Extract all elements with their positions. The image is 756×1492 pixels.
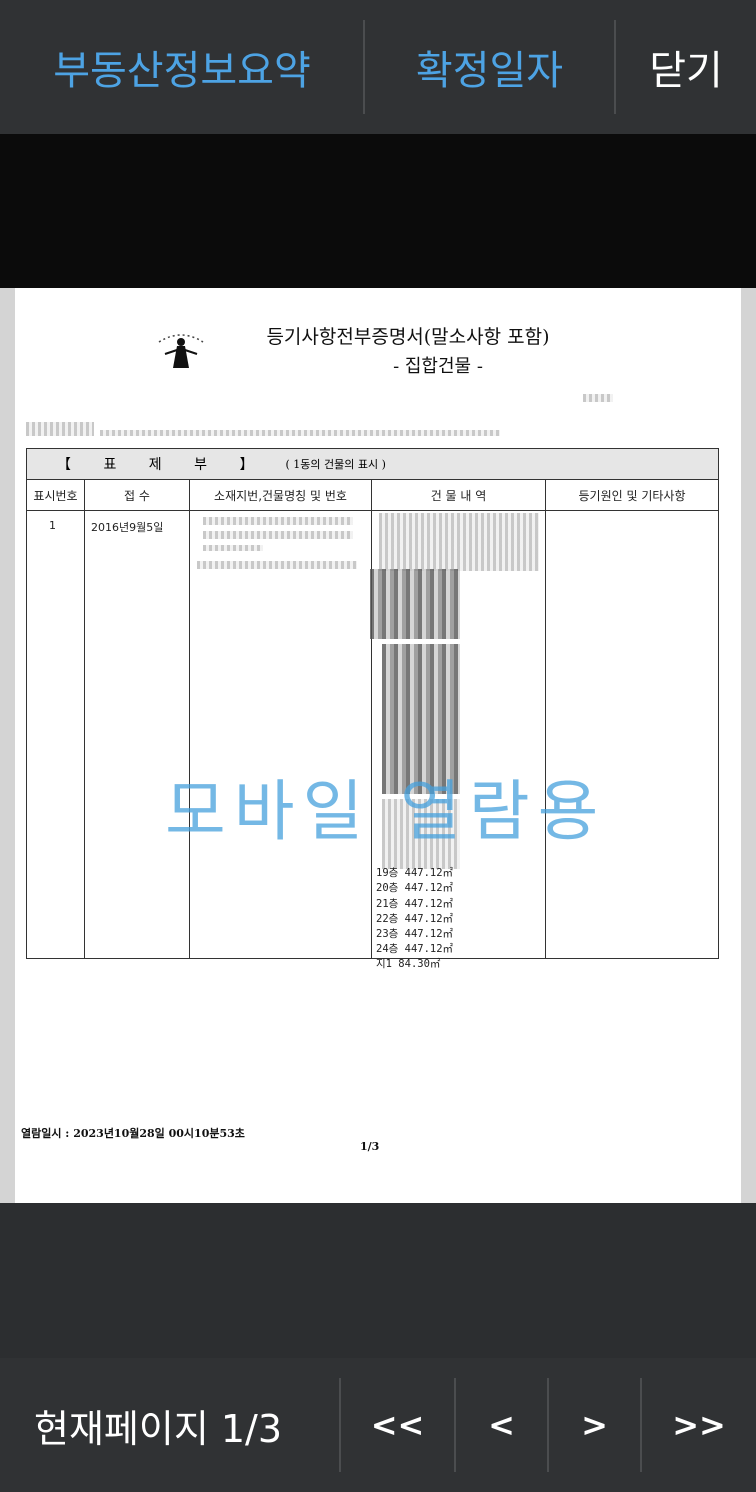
floor-area: 24층 447.12㎡ <box>376 943 454 955</box>
redacted-address <box>203 517 353 525</box>
floor-area: 23층 447.12㎡ <box>376 928 454 940</box>
redacted-address <box>203 545 263 551</box>
column-header: 접 수 <box>85 480 189 511</box>
bottom-pager-bar: 현재페이지 1/3 << < > >> <box>0 1358 756 1492</box>
redacted-address <box>203 531 353 539</box>
document-page-number: 1/3 <box>360 1140 380 1153</box>
section-header: 【 표 제 부 】 ( 1동의 건물의 표시 ) <box>27 449 718 480</box>
table-divider <box>545 480 546 958</box>
floor-area: 20층 447.12㎡ <box>376 882 454 894</box>
close-button[interactable]: 닫기 <box>616 0 756 134</box>
column-header: 건 물 내 역 <box>372 480 545 511</box>
current-page-indicator: 현재페이지 1/3 <box>34 1406 283 1451</box>
redacted-building-details <box>379 513 539 571</box>
first-page-button[interactable]: << <box>341 1358 454 1492</box>
table-divider <box>84 480 85 958</box>
mobile-view-watermark: 모바일 열람용 <box>165 773 607 850</box>
receipt-date: 2016년9월5일 <box>91 521 164 534</box>
floor-area: 지1 84.30㎡ <box>376 958 441 970</box>
table-divider <box>189 480 190 958</box>
redacted-building-details <box>370 569 460 639</box>
viewer-bottom-background <box>0 1203 756 1358</box>
floor-area: 21층 447.12㎡ <box>376 898 454 910</box>
top-toolbar: 부동산정보요약 확정일자 닫기 <box>0 0 756 134</box>
redacted-text <box>583 394 613 402</box>
column-header: 표시번호 <box>27 480 84 511</box>
column-header: 등기원인 및 기타사항 <box>546 480 718 511</box>
floor-area: 19층 447.12㎡ <box>376 867 454 879</box>
view-datetime: 열람일시 : 2023년10월28일 00시10분53초 <box>21 1127 245 1140</box>
redacted-address <box>197 561 357 569</box>
column-header: 소재지번,건물명칭 및 번호 <box>190 480 371 511</box>
viewer-left-margin <box>0 288 15 1203</box>
property-summary-button[interactable]: 부동산정보요약 <box>0 0 364 134</box>
section-title: 【 표 제 부 】 <box>57 457 268 473</box>
redacted-address <box>100 430 500 436</box>
redacted-text <box>26 422 94 436</box>
next-page-button[interactable]: > <box>549 1358 640 1492</box>
viewer-top-background <box>0 134 756 288</box>
prev-page-button[interactable]: < <box>456 1358 547 1492</box>
section-note: ( 1동의 건물의 표시 ) <box>285 458 386 471</box>
document-subtitle: - 집합건물 - <box>393 356 483 377</box>
document-title: 등기사항전부증명서(말소사항 포함) <box>266 326 550 348</box>
title-section-table: 【 표 제 부 】 ( 1동의 건물의 표시 ) 표시번호 접 수 소재지번,건… <box>26 448 719 970</box>
last-page-button[interactable]: >> <box>642 1358 756 1492</box>
row-number: 1 <box>49 519 56 532</box>
table-divider <box>371 480 372 958</box>
floor-area: 22층 447.12㎡ <box>376 913 454 925</box>
viewer-right-margin <box>741 288 756 1203</box>
document-page: 등기사항전부증명서(말소사항 포함) - 집합건물 - 【 표 제 부 】 ( … <box>15 288 741 1203</box>
confirm-date-button[interactable]: 확정일자 <box>365 0 614 134</box>
